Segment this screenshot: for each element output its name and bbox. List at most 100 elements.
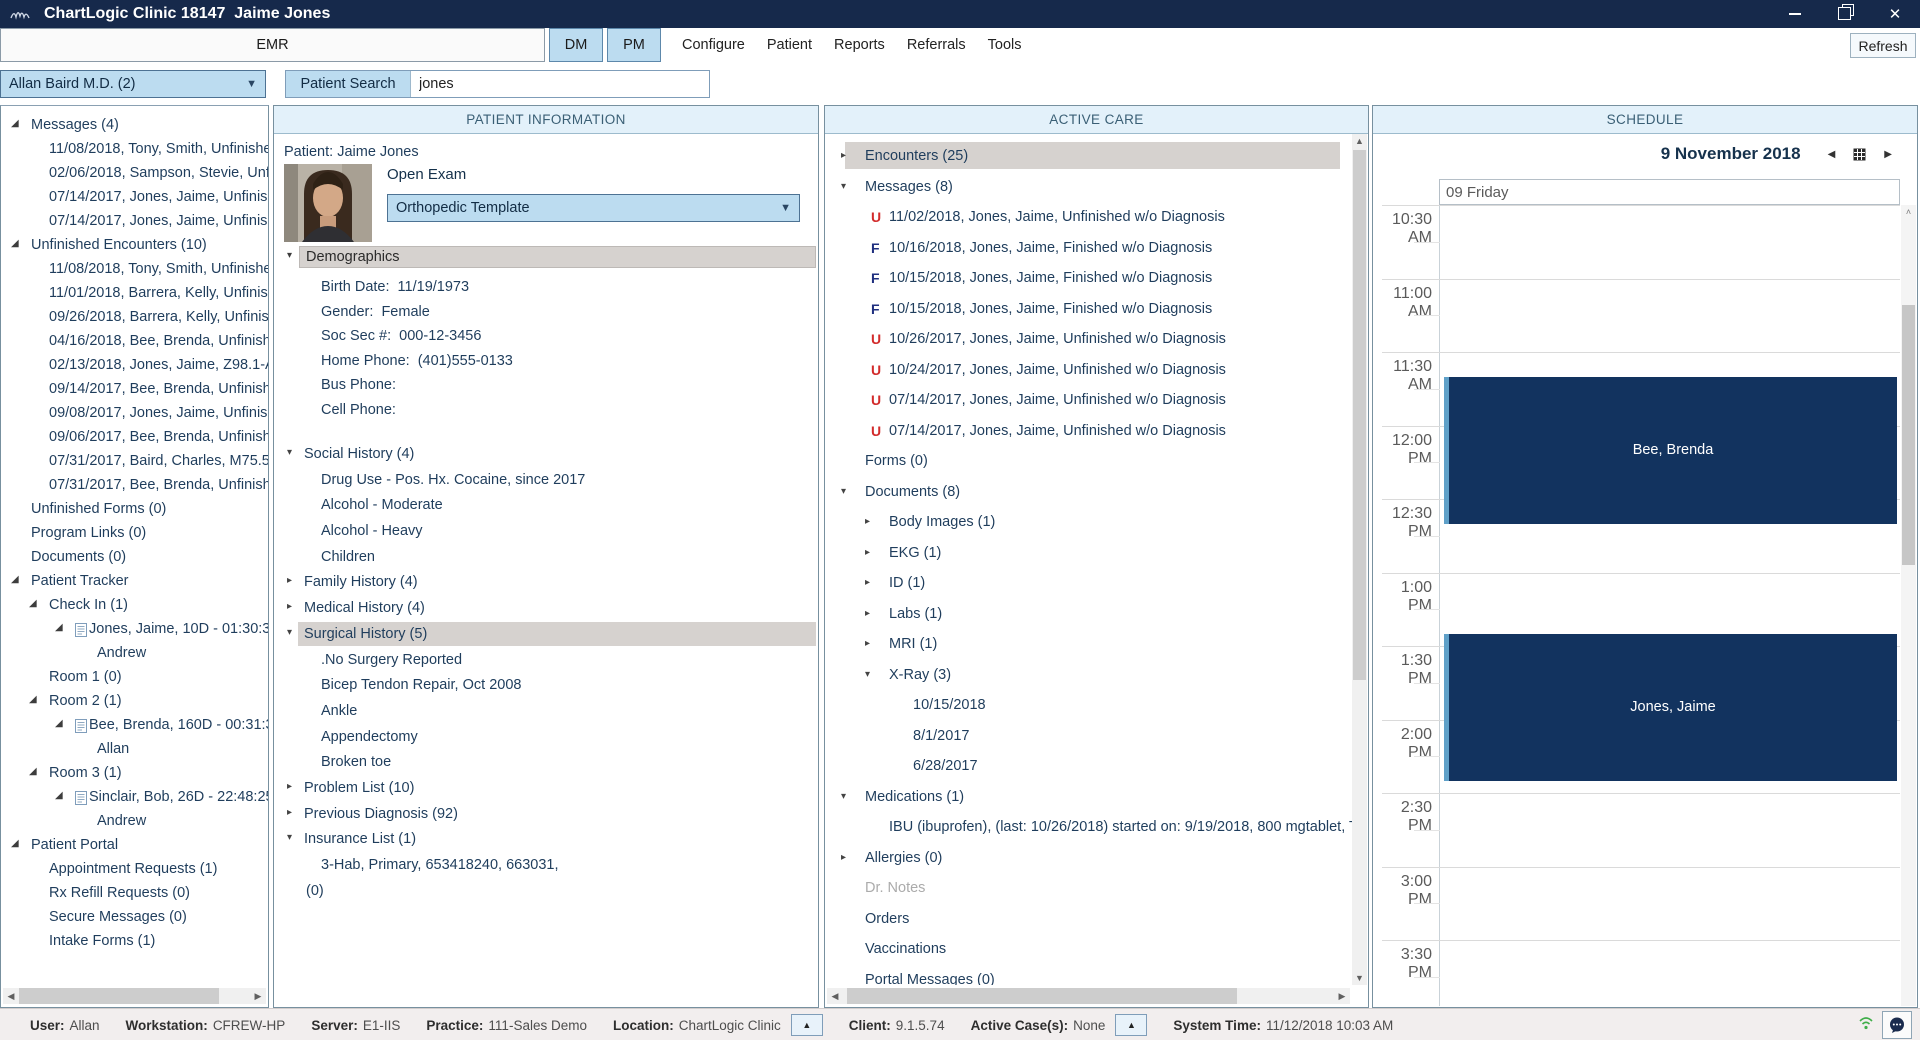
expand-up-button[interactable]: ▲ [791, 1014, 823, 1036]
expanded-triangle-icon[interactable]: ▾ [841, 791, 846, 802]
collapsed-triangle-icon[interactable]: ▸ [287, 601, 292, 612]
minimize-button[interactable] [1770, 0, 1820, 28]
sidebar-tree-item[interactable]: ◢Room 2 (1) [1, 690, 268, 714]
sidebar-tree-item[interactable]: Room 1 (0) [1, 666, 268, 690]
appointment-block[interactable]: Bee, Brenda [1444, 377, 1897, 524]
scrollbar-thumb[interactable] [847, 988, 1237, 1004]
expanded-triangle-icon[interactable]: ▾ [287, 447, 292, 458]
sidebar-horizontal-scrollbar[interactable]: ◀ ▶ [3, 988, 266, 1004]
sidebar-tree-item[interactable]: 07/31/2017, Baird, Charles, M75.52-Bursi… [1, 450, 268, 474]
collapsed-triangle-icon[interactable]: ▸ [865, 516, 870, 527]
sidebar-tree-item[interactable]: Andrew [1, 642, 268, 666]
history-section-row[interactable]: ▸Previous Diagnosis (92) [274, 802, 816, 828]
sidebar-tree-item[interactable]: 09/06/2017, Bee, Brenda, Unfinished w/o … [1, 426, 268, 450]
provider-dropdown[interactable]: Allan Baird M.D. (2) ▼ [0, 70, 266, 98]
collapsed-triangle-icon[interactable]: ▸ [287, 807, 292, 818]
collapsed-triangle-icon[interactable]: ▸ [287, 575, 292, 586]
expanded-triangle-icon[interactable]: ▾ [287, 832, 292, 843]
menu-item-configure[interactable]: Configure [671, 28, 756, 62]
scroll-left-icon[interactable]: ◀ [3, 991, 19, 1002]
history-item-row[interactable]: Appendectomy [274, 725, 816, 751]
sidebar-tree-item[interactable]: Andrew [1, 810, 268, 834]
collapsed-triangle-icon[interactable]: ▸ [865, 577, 870, 588]
history-item-row[interactable]: Children [274, 545, 816, 571]
scroll-up-icon[interactable]: ▲ [1352, 136, 1367, 146]
sidebar-tree-item[interactable]: 07/31/2017, Bee, Brenda, Unfinished w/o … [1, 474, 268, 498]
sidebar-tree-item[interactable]: 11/01/2018, Barrera, Kelly, Unfinished w… [1, 282, 268, 306]
expanded-triangle-icon[interactable]: ◢ [55, 718, 63, 729]
expanded-triangle-icon[interactable]: ▾ [841, 181, 846, 192]
sidebar-tree-item[interactable]: 11/08/2018, Tony, Smith, Unfinished w/o … [1, 138, 268, 162]
history-section-row[interactable]: ▾Insurance List (1) [274, 827, 816, 853]
active-care-item[interactable]: ▾Medications (1) [825, 782, 1352, 813]
active-care-item[interactable]: U07/14/2017, Jones, Jaime, Unfinished w/… [825, 416, 1352, 447]
sidebar-tree-item[interactable]: Allan [1, 738, 268, 762]
active-care-item[interactable]: F10/15/2018, Jones, Jaime, Finished w/o … [825, 294, 1352, 325]
collapsed-triangle-icon[interactable]: ▸ [865, 608, 870, 619]
sidebar-tree-item[interactable]: Rx Refill Requests (0) [1, 882, 268, 906]
sidebar-tree-item[interactable]: Documents (0) [1, 546, 268, 570]
active-care-item[interactable]: ▾Messages (8) [825, 172, 1352, 203]
history-section-row[interactable]: ▸Family History (4) [274, 570, 816, 596]
history-section-row[interactable]: ▾Social History (4) [274, 442, 816, 468]
collapsed-triangle-icon[interactable]: ▸ [287, 781, 292, 792]
sidebar-tree-item[interactable]: 02/13/2018, Jones, Jaime, Z98.1-Arthrode… [1, 354, 268, 378]
active-care-item[interactable]: U10/24/2017, Jones, Jaime, Unfinished w/… [825, 355, 1352, 386]
active-care-item[interactable]: ▸ID (1) [825, 568, 1352, 599]
expanded-triangle-icon[interactable]: ▾ [865, 669, 870, 680]
tab-pm[interactable]: PM [607, 28, 661, 62]
expanded-triangle-icon[interactable]: ◢ [29, 694, 37, 705]
active-care-vertical-scrollbar[interactable]: ▲ ▼ [1352, 134, 1367, 985]
scroll-right-icon[interactable]: ▶ [1334, 991, 1350, 1002]
sidebar-tree-item[interactable]: Unfinished Forms (0) [1, 498, 268, 522]
history-item-row[interactable]: Ankle [274, 699, 816, 725]
menu-item-reports[interactable]: Reports [823, 28, 896, 62]
active-care-item[interactable]: IBU (ibuprofen), (last: 10/26/2018) star… [825, 812, 1352, 843]
sidebar-tree-item[interactable]: Appointment Requests (1) [1, 858, 268, 882]
active-care-item[interactable]: 8/1/2017 [825, 721, 1352, 752]
active-care-item[interactable]: ▾X-Ray (3) [825, 660, 1352, 691]
expanded-triangle-icon[interactable]: ◢ [55, 622, 63, 633]
patient-search-input[interactable] [411, 71, 709, 97]
sidebar-tree-item[interactable]: 11/08/2018, Tony, Smith, Unfinished w/o … [1, 258, 268, 282]
history-item-row[interactable]: .No Surgery Reported [274, 648, 816, 674]
history-section-row[interactable]: ▸Medical History (4) [274, 596, 816, 622]
active-care-item[interactable]: U11/02/2018, Jones, Jaime, Unfinished w/… [825, 202, 1352, 233]
sidebar-tree-item[interactable]: ◢Patient Portal [1, 834, 268, 858]
next-day-icon[interactable]: ▶ [1884, 149, 1892, 160]
history-item-row[interactable]: Alcohol - Moderate [274, 493, 816, 519]
collapsed-triangle-icon[interactable]: ▸ [865, 638, 870, 649]
history-item-row[interactable]: Bicep Tendon Repair, Oct 2008 [274, 673, 816, 699]
collapsed-triangle-icon[interactable]: ▸ [841, 150, 846, 161]
open-exam-template-dropdown[interactable]: Orthopedic Template ▼ [387, 194, 800, 222]
expanded-triangle-icon[interactable]: ◢ [11, 574, 19, 585]
sidebar-tree-item[interactable]: ◢Check In (1) [1, 594, 268, 618]
active-care-item[interactable]: Vaccinations [825, 934, 1352, 965]
scrollbar-thumb[interactable] [1353, 150, 1366, 680]
active-care-item[interactable]: ▸Body Images (1) [825, 507, 1352, 538]
active-care-item[interactable]: Orders [825, 904, 1352, 935]
collapsed-triangle-icon[interactable]: ▸ [865, 547, 870, 558]
active-care-item[interactable]: F10/16/2018, Jones, Jaime, Finished w/o … [825, 233, 1352, 264]
expanded-triangle-icon[interactable]: ▾ [287, 627, 292, 638]
active-care-item[interactable]: ▸EKG (1) [825, 538, 1352, 569]
sidebar-tree-item[interactable]: ◢Patient Tracker [1, 570, 268, 594]
patient-search-label[interactable]: Patient Search [286, 71, 411, 97]
history-item-row[interactable]: (0) [274, 879, 816, 905]
active-care-item[interactable]: U07/14/2017, Jones, Jaime, Unfinished w/… [825, 385, 1352, 416]
restore-button[interactable] [1820, 0, 1870, 28]
active-care-horizontal-scrollbar[interactable]: ◀ ▶ [827, 988, 1350, 1004]
active-care-item[interactable]: U10/26/2017, Jones, Jaime, Unfinished w/… [825, 324, 1352, 355]
active-care-item[interactable]: ▸Encounters (25) [825, 141, 1352, 172]
active-care-item[interactable]: Forms (0) [825, 446, 1352, 477]
schedule-vertical-scrollbar[interactable]: ˄ [1901, 205, 1916, 1006]
sidebar-tree-item[interactable]: Intake Forms (1) [1, 930, 268, 954]
refresh-button[interactable]: Refresh [1850, 33, 1916, 58]
active-care-item[interactable]: Dr. Notes [825, 873, 1352, 904]
active-care-item[interactable]: 10/15/2018 [825, 690, 1352, 721]
history-item-row[interactable]: Drug Use - Pos. Hx. Cocaine, since 2017 [274, 468, 816, 494]
scroll-down-icon[interactable]: ▼ [1352, 973, 1367, 983]
sidebar-tree-item[interactable]: 04/16/2018, Bee, Brenda, Unfinished w/o … [1, 330, 268, 354]
active-care-item[interactable]: ▾Documents (8) [825, 477, 1352, 508]
close-button[interactable]: ✕ [1870, 0, 1920, 28]
